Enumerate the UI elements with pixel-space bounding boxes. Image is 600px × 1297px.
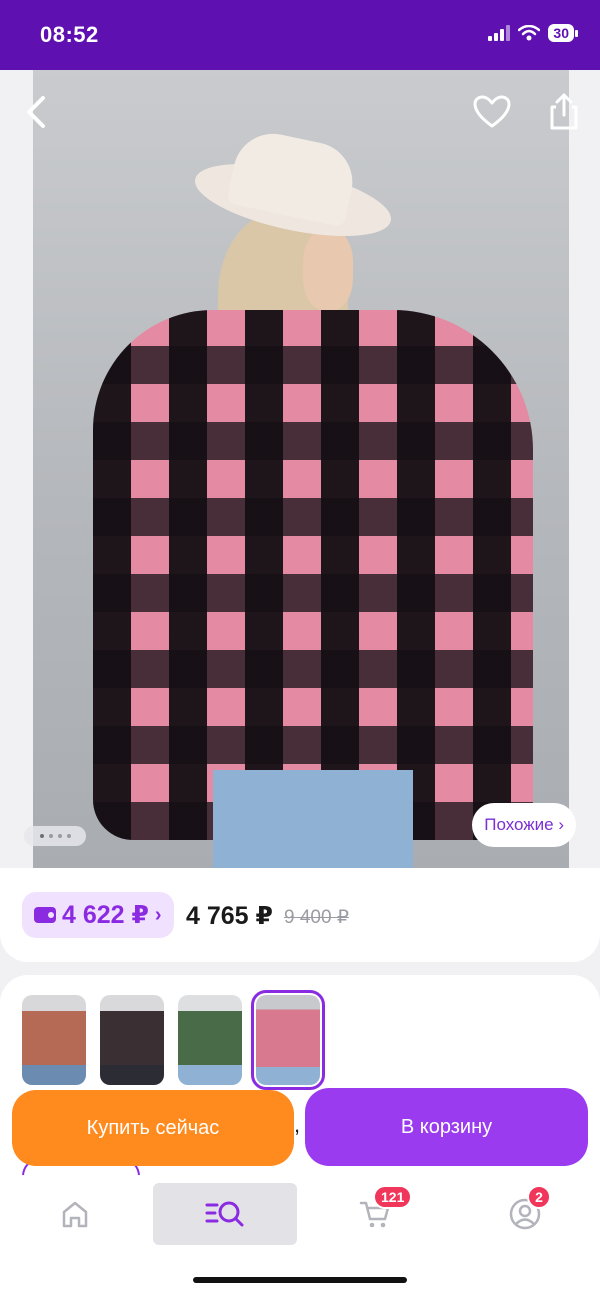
back-button[interactable]: [14, 90, 58, 134]
status-bar: 08:52 30: [0, 0, 600, 70]
variant-image: [178, 995, 242, 1085]
wifi-icon: [518, 25, 541, 41]
gallery-dot: [39, 834, 44, 838]
gallery-pagination: [24, 826, 86, 846]
photo-face: [303, 230, 353, 310]
product-gallery[interactable]: Похожие ›: [0, 70, 600, 870]
photo-jeans: [213, 770, 413, 870]
variant-thumbnail[interactable]: [178, 995, 242, 1085]
tab-profile[interactable]: 2: [453, 1183, 597, 1245]
wallet-chevron-icon: ›: [154, 903, 162, 926]
wallet-price-value: 4 622 ₽: [62, 901, 149, 929]
home-indicator: [193, 1277, 407, 1283]
status-time: 08:52: [40, 22, 99, 47]
tab-home[interactable]: [3, 1183, 147, 1245]
cart-badge: 121: [373, 1185, 413, 1209]
old-price: 9 400 ₽: [284, 907, 349, 928]
add-to-cart-button[interactable]: В корзину: [305, 1088, 588, 1166]
favorite-button[interactable]: [470, 90, 514, 134]
similar-button[interactable]: Похожие ›: [472, 803, 576, 847]
variant-thumbnail[interactable]: [22, 995, 86, 1085]
separator-text: ,: [294, 1112, 301, 1137]
bottom-tab-bar: 121 2: [0, 1175, 600, 1297]
back-arrow-icon: [27, 96, 45, 128]
tab-catalog[interactable]: [153, 1183, 297, 1245]
variant-thumbnails: [22, 990, 325, 1090]
share-icon: [550, 93, 578, 130]
heart-icon: [473, 95, 511, 128]
buy-now-button[interactable]: Купить сейчас: [12, 1090, 294, 1166]
gallery-dot: [66, 834, 71, 838]
catalog-search-icon: [205, 1201, 244, 1227]
variant-image: [22, 995, 86, 1085]
signal-icon: [488, 25, 511, 41]
share-button[interactable]: [542, 90, 586, 134]
gallery-dot: [57, 834, 62, 838]
price-card: 4 622 ₽ › 4 765 ₽ 9 400 ₽: [0, 868, 600, 962]
gallery-dot: [48, 834, 53, 838]
wallet-icon: [34, 907, 56, 923]
variant-image: [256, 995, 320, 1085]
current-price: 4 765 ₽: [186, 902, 273, 930]
status-icons: 30: [488, 24, 578, 42]
home-icon: [62, 1201, 88, 1228]
variant-thumbnail-selected[interactable]: [251, 990, 325, 1090]
photo-plaid-shirt: [93, 310, 533, 840]
battery-icon: 30: [548, 24, 578, 42]
variant-image: [100, 995, 164, 1085]
product-photo[interactable]: [33, 70, 569, 870]
profile-badge: 2: [527, 1185, 551, 1209]
tab-cart[interactable]: 121: [303, 1183, 447, 1245]
variant-thumbnail[interactable]: [100, 995, 164, 1085]
wallet-price-button[interactable]: 4 622 ₽ ›: [22, 892, 174, 938]
